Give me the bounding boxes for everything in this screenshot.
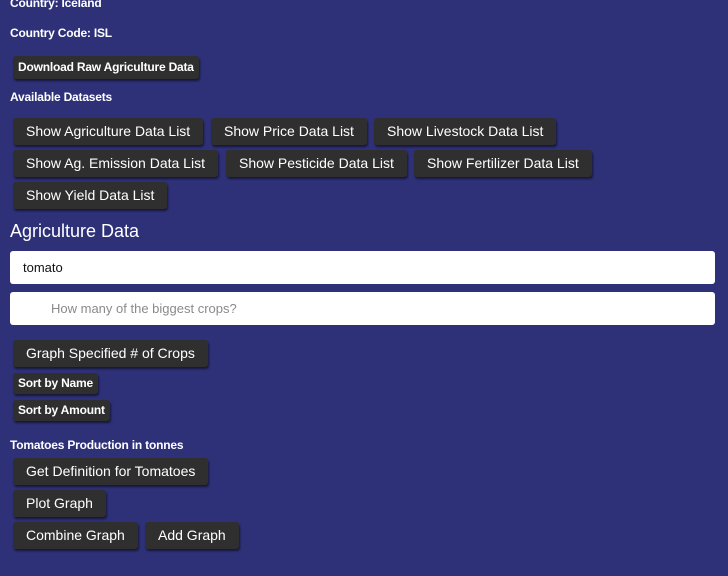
combine-graph-button[interactable]: Combine Graph [13, 522, 138, 549]
agriculture-data-heading: Agriculture Data [10, 221, 140, 241]
sort-by-amount-button[interactable]: Sort by Amount [13, 400, 110, 421]
plot-graph-button[interactable]: Plot Graph [13, 490, 106, 517]
production-heading: Tomatoes Production in tonnes [10, 438, 184, 452]
add-graph-button[interactable]: Add Graph [145, 522, 239, 549]
sort-by-name-button[interactable]: Sort by Name [13, 373, 98, 394]
download-raw-data-button[interactable]: Download Raw Agriculture Data [13, 56, 199, 79]
show-emission-data-button[interactable]: Show Ag. Emission Data List [13, 150, 218, 177]
show-price-data-button[interactable]: Show Price Data List [211, 118, 367, 145]
crop-search-input[interactable] [10, 251, 715, 284]
show-livestock-data-button[interactable]: Show Livestock Data List [374, 118, 557, 145]
country-label: Country: Iceland [10, 0, 102, 10]
graph-crops-button[interactable]: Graph Specified # of Crops [13, 340, 208, 367]
crop-count-input[interactable] [10, 292, 715, 325]
country-code-label: Country Code: ISL [10, 26, 112, 40]
show-agriculture-data-button[interactable]: Show Agriculture Data List [13, 118, 204, 145]
available-datasets-heading: Available Datasets [10, 90, 113, 104]
show-yield-data-button[interactable]: Show Yield Data List [13, 182, 168, 209]
show-fertilizer-data-button[interactable]: Show Fertilizer Data List [414, 150, 592, 177]
show-pesticide-data-button[interactable]: Show Pesticide Data List [226, 150, 407, 177]
get-definition-button[interactable]: Get Definition for Tomatoes [13, 458, 209, 485]
